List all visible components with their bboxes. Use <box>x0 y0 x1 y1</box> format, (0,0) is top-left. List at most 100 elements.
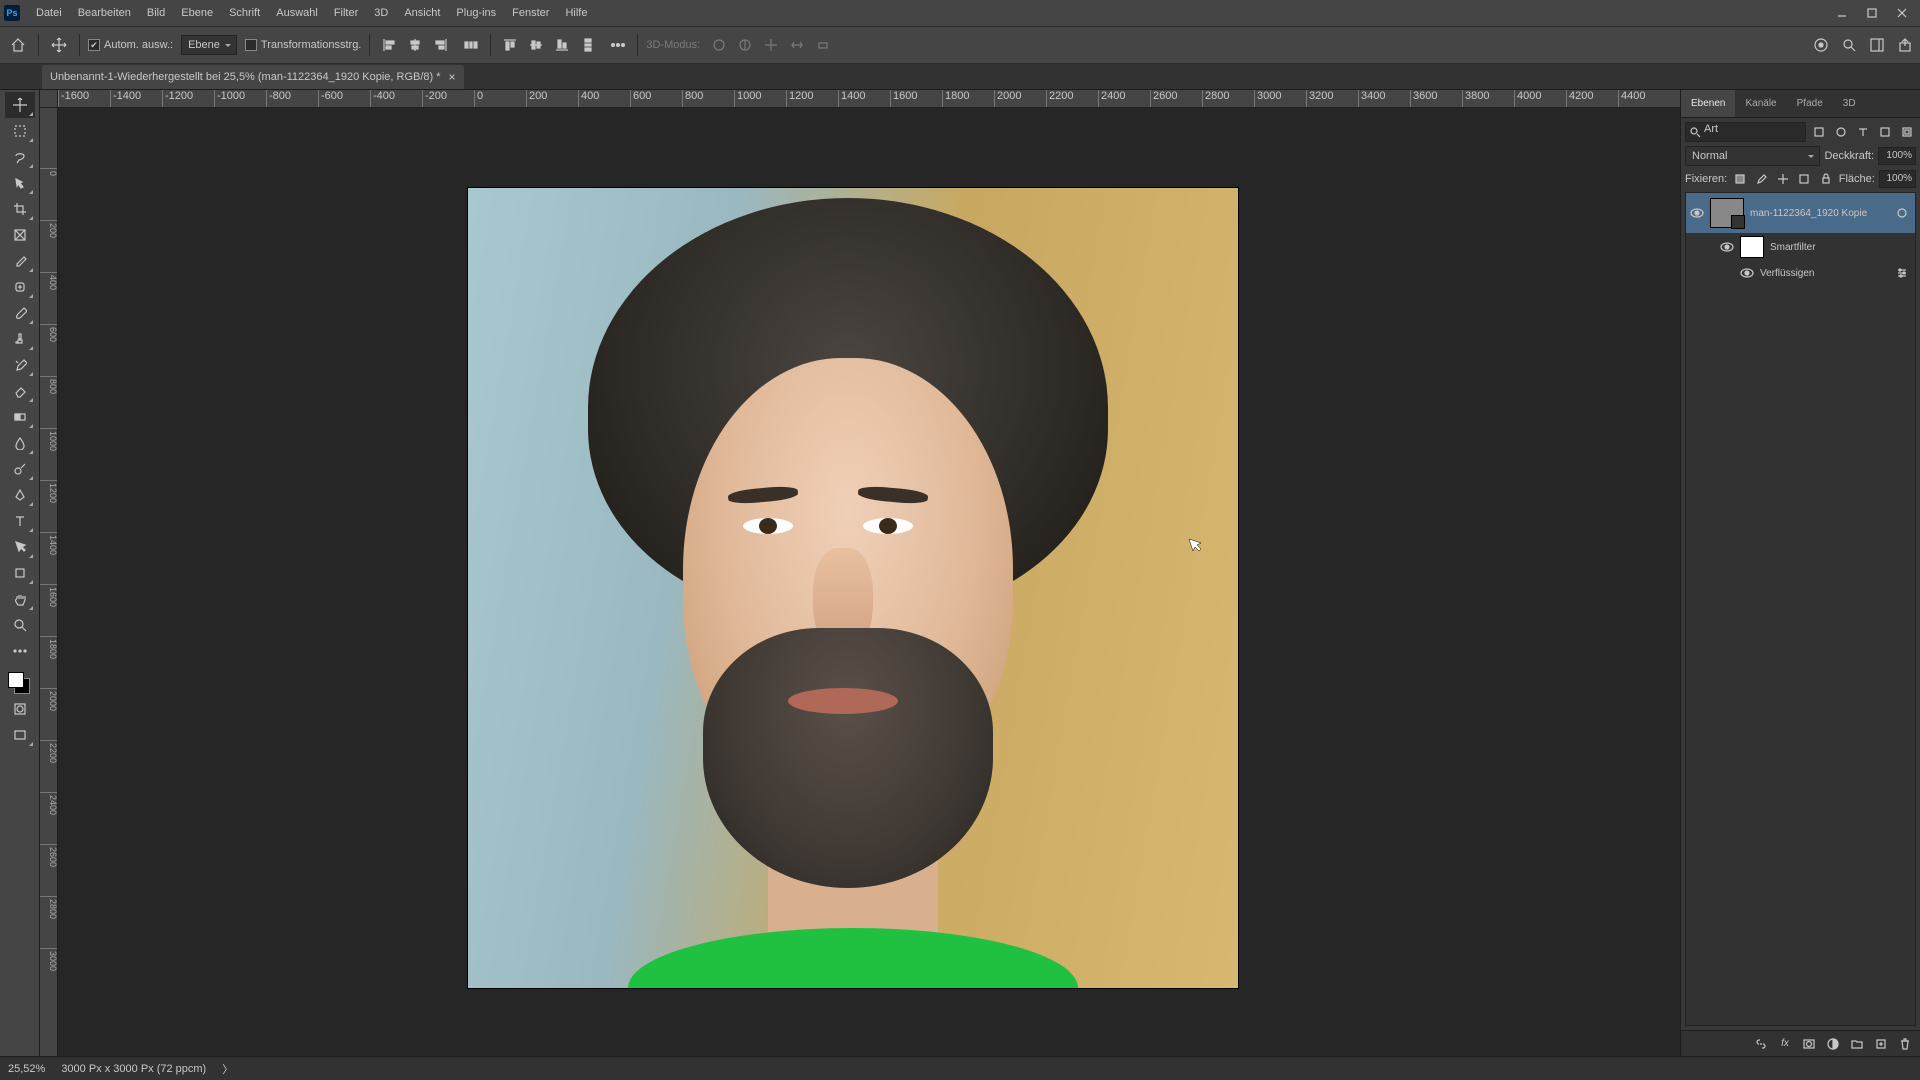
eyedropper-tool[interactable] <box>5 248 35 274</box>
filter-adjust-icon[interactable] <box>1832 123 1850 141</box>
menu-plugins[interactable]: Plug-ins <box>448 0 504 26</box>
layer-style-icon[interactable]: fx <box>1776 1035 1794 1053</box>
quick-mask-button[interactable] <box>5 696 35 722</box>
path-select-tool[interactable] <box>5 534 35 560</box>
filter-smart-icon[interactable] <box>1898 123 1916 141</box>
document-viewport[interactable] <box>58 108 1680 1056</box>
dodge-tool[interactable] <box>5 456 35 482</box>
menu-hilfe[interactable]: Hilfe <box>557 0 595 26</box>
smartfilter-mask-thumbnail[interactable] <box>1740 236 1764 258</box>
auto-select-target-dropdown[interactable]: Ebene <box>181 35 237 55</box>
distribute-h-button[interactable] <box>460 34 482 56</box>
more-align-button[interactable] <box>607 34 629 56</box>
doc-info-label[interactable]: 3000 Px x 3000 Px (72 ppcm) <box>61 1063 206 1075</box>
menu-schrift[interactable]: Schrift <box>221 0 268 26</box>
layer-thumbnail[interactable] <box>1710 198 1744 228</box>
lock-all-icon[interactable] <box>1817 170 1835 188</box>
menu-bearbeiten[interactable]: Bearbeiten <box>70 0 139 26</box>
distribute-v-button[interactable] <box>577 34 599 56</box>
vertical-ruler[interactable]: 0200400600800100012001400160018002000220… <box>40 108 58 1056</box>
zoom-tool[interactable] <box>5 612 35 638</box>
horizontal-ruler[interactable]: -1600-1400-1200-1000-800-600-400-2000200… <box>58 90 1680 108</box>
auto-select-checkbox[interactable]: Autom. ausw.: <box>88 39 173 51</box>
menu-filter[interactable]: Filter <box>326 0 366 26</box>
window-maximize-button[interactable] <box>1858 4 1886 22</box>
link-layers-icon[interactable] <box>1752 1035 1770 1053</box>
tab-ebenen[interactable]: Ebenen <box>1681 90 1735 117</box>
layer-name-label[interactable]: man-1122364_1920 Kopie <box>1750 208 1867 219</box>
tab-kanaele[interactable]: Kanäle <box>1735 90 1786 117</box>
crop-tool[interactable] <box>5 196 35 222</box>
blur-tool[interactable] <box>5 430 35 456</box>
layer-mask-icon[interactable] <box>1800 1035 1818 1053</box>
menu-bild[interactable]: Bild <box>139 0 173 26</box>
status-expand-icon[interactable]: 〉 <box>222 1061 233 1077</box>
layer-filter-dropdown[interactable]: Art <box>1685 122 1806 142</box>
menu-ebene[interactable]: Ebene <box>173 0 221 26</box>
ruler-origin[interactable] <box>40 90 58 108</box>
brush-tool[interactable] <box>5 300 35 326</box>
menu-auswahl[interactable]: Auswahl <box>268 0 326 26</box>
window-close-button[interactable] <box>1888 4 1916 22</box>
menu-3d[interactable]: 3D <box>366 0 396 26</box>
edit-toolbar-button[interactable] <box>5 638 35 664</box>
eraser-tool[interactable] <box>5 378 35 404</box>
blend-mode-dropdown[interactable]: Normal <box>1685 146 1820 166</box>
new-layer-icon[interactable] <box>1872 1035 1890 1053</box>
color-swatches[interactable] <box>6 668 34 696</box>
shape-tool[interactable] <box>5 560 35 586</box>
align-right-button[interactable] <box>430 34 452 56</box>
adjustment-layer-icon[interactable] <box>1824 1035 1842 1053</box>
zoom-level-label[interactable]: 25,52% <box>8 1063 45 1075</box>
cloud-docs-icon[interactable] <box>1812 36 1830 54</box>
layer-row[interactable]: man-1122364_1920 Kopie <box>1686 193 1915 233</box>
filter-type-icon[interactable] <box>1854 123 1872 141</box>
align-bottom-button[interactable] <box>551 34 573 56</box>
filter-blend-options-icon[interactable] <box>1893 264 1911 282</box>
menu-fenster[interactable]: Fenster <box>504 0 557 26</box>
transform-controls-checkbox[interactable]: Transformationsstrg. <box>245 39 361 51</box>
layer-visibility-icon[interactable] <box>1690 206 1704 220</box>
align-center-h-button[interactable] <box>404 34 426 56</box>
align-top-button[interactable] <box>499 34 521 56</box>
pen-tool[interactable] <box>5 482 35 508</box>
filter-shape-icon[interactable] <box>1876 123 1894 141</box>
screen-mode-button[interactable] <box>5 722 35 748</box>
frame-tool[interactable] <box>5 222 35 248</box>
move-tool[interactable] <box>5 92 35 118</box>
search-icon[interactable] <box>1840 36 1858 54</box>
delete-layer-icon[interactable] <box>1896 1035 1914 1053</box>
layer-group-icon[interactable] <box>1848 1035 1866 1053</box>
lock-transparency-icon[interactable] <box>1731 170 1749 188</box>
lock-artboard-icon[interactable] <box>1796 170 1814 188</box>
opacity-input[interactable]: 100% <box>1878 147 1916 165</box>
hand-tool[interactable] <box>5 586 35 612</box>
window-minimize-button[interactable] <box>1828 4 1856 22</box>
stamp-tool[interactable] <box>5 326 35 352</box>
tab-pfade[interactable]: Pfade <box>1787 90 1833 117</box>
document-tab[interactable]: Unbenannt-1-Wiederhergestellt bei 25,5% … <box>42 65 464 89</box>
smartfilter-row[interactable]: Smartfilter <box>1686 233 1915 261</box>
smartfilter-visibility-icon[interactable] <box>1720 240 1734 254</box>
home-button[interactable] <box>6 33 30 57</box>
align-left-button[interactable] <box>378 34 400 56</box>
align-center-v-button[interactable] <box>525 34 547 56</box>
close-tab-icon[interactable]: × <box>449 70 456 84</box>
menu-datei[interactable]: Datei <box>28 0 70 26</box>
fill-input[interactable]: 100% <box>1879 170 1916 188</box>
lasso-tool[interactable] <box>5 144 35 170</box>
share-icon[interactable] <box>1896 36 1914 54</box>
healing-tool[interactable] <box>5 274 35 300</box>
filter-pixel-icon[interactable] <box>1810 123 1828 141</box>
lock-position-icon[interactable] <box>1774 170 1792 188</box>
tab-3d[interactable]: 3D <box>1833 90 1866 117</box>
filter-visibility-icon[interactable] <box>1740 266 1754 280</box>
type-tool[interactable] <box>5 508 35 534</box>
quick-select-tool[interactable] <box>5 170 35 196</box>
workspace-icon[interactable] <box>1868 36 1886 54</box>
gradient-tool[interactable] <box>5 404 35 430</box>
menu-ansicht[interactable]: Ansicht <box>396 0 448 26</box>
lock-pixels-icon[interactable] <box>1753 170 1771 188</box>
filter-liquify-row[interactable]: Verflüssigen <box>1686 261 1915 285</box>
marquee-tool[interactable] <box>5 118 35 144</box>
